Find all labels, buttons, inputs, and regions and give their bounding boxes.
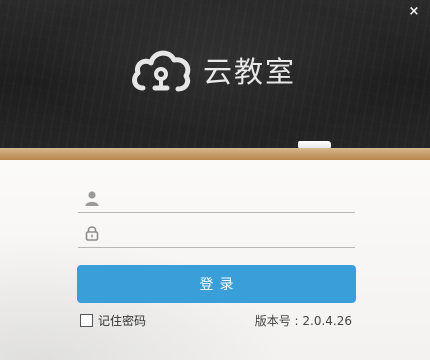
remember-checkbox[interactable] (80, 314, 93, 327)
remember-password[interactable]: 记住密码 (80, 312, 146, 329)
lock-icon (78, 225, 106, 241)
version-label: 版本号 : 2.0.4.26 (254, 314, 352, 328)
close-button[interactable]: × (406, 4, 422, 20)
login-window: × 云教室 登录 记住密码 版本号: 2.0.4.26 (0, 0, 430, 360)
cloud-logo-icon (129, 44, 193, 96)
chalk-piece (298, 141, 331, 148)
username-field (78, 183, 355, 213)
chalkboard-header: × 云教室 (0, 0, 430, 148)
password-input[interactable] (106, 219, 355, 246)
remember-label: 记住密码 (98, 314, 147, 328)
app-title: 云教室 (203, 55, 297, 89)
username-input[interactable] (106, 184, 355, 211)
board-ledge (0, 148, 430, 160)
app-logo: 云教室 (129, 44, 296, 96)
user-icon (78, 190, 106, 206)
login-button[interactable]: 登录 (77, 265, 356, 303)
password-field (78, 218, 355, 248)
close-icon: × (408, 4, 420, 19)
